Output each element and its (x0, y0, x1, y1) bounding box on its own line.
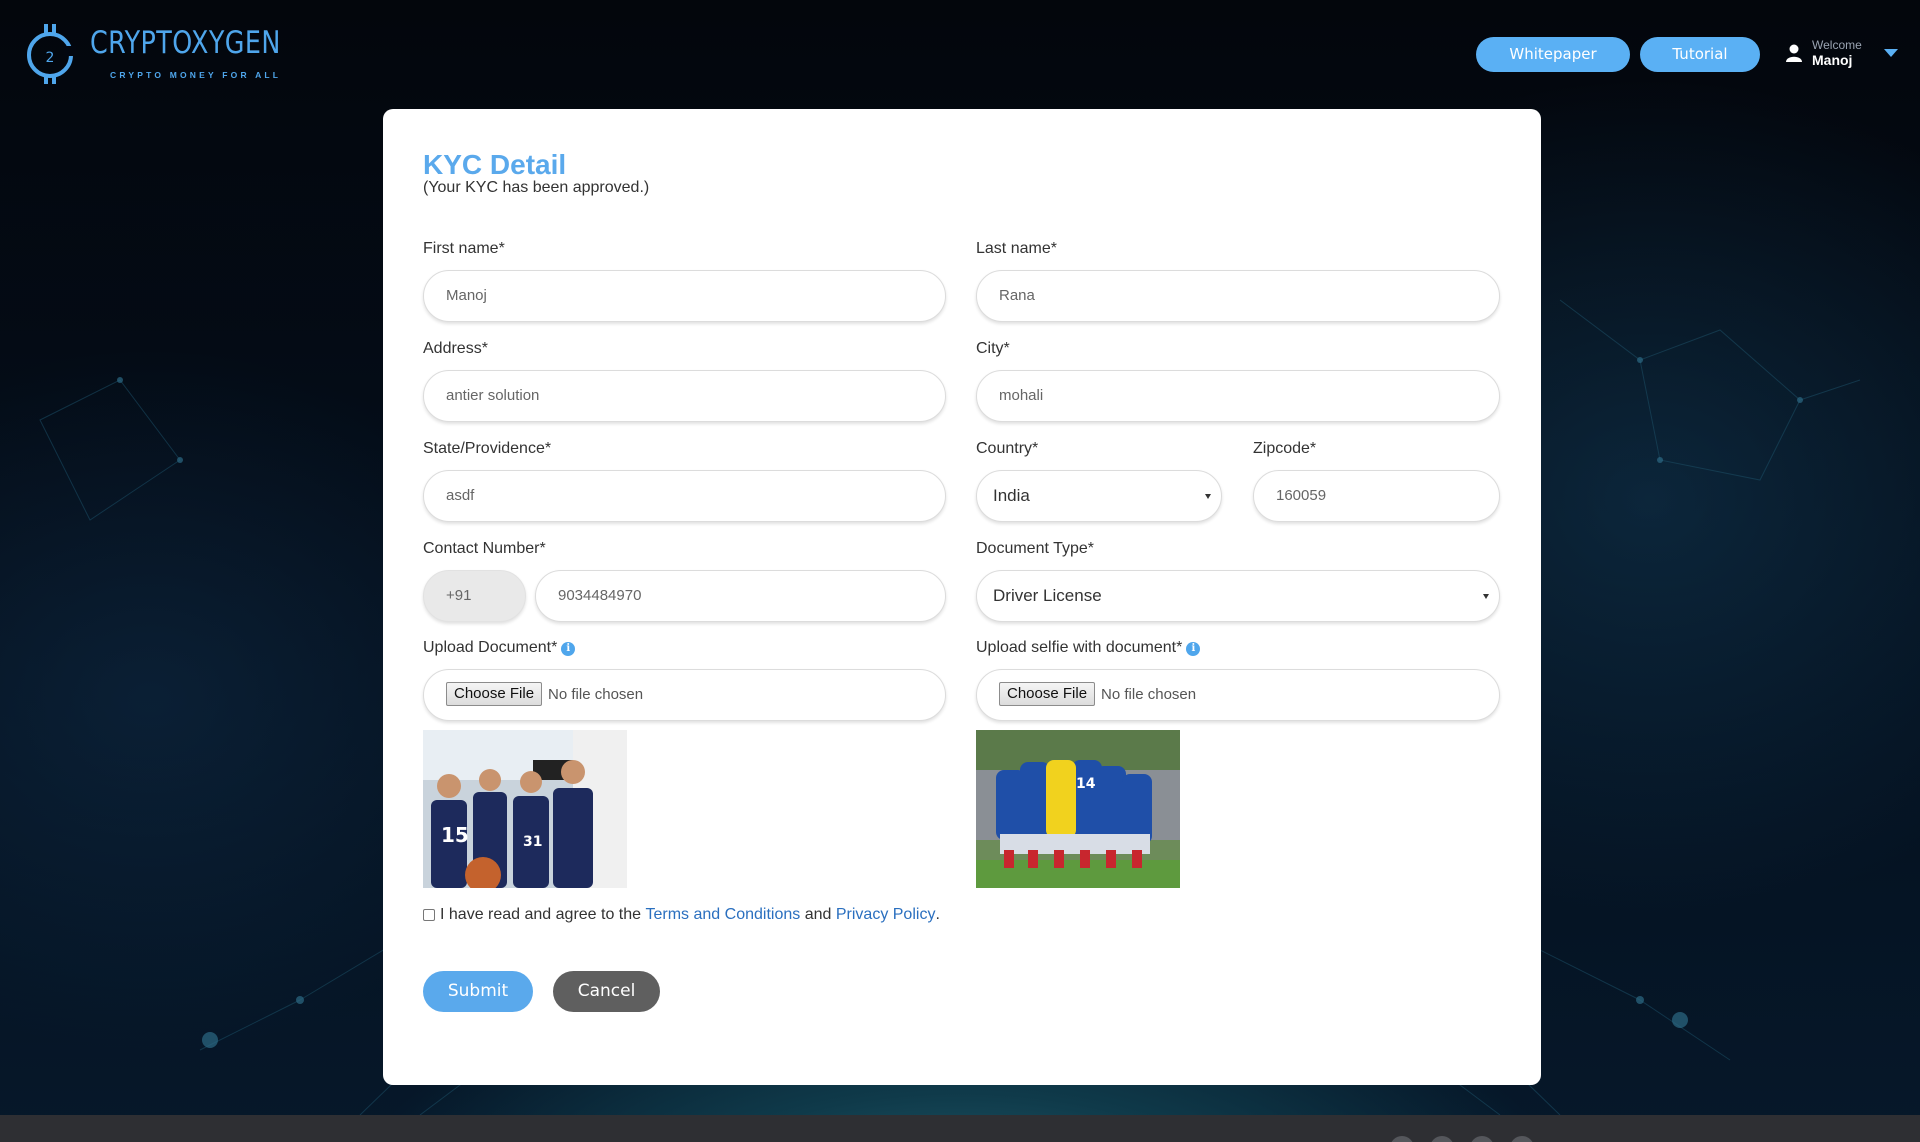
svg-text:2: 2 (46, 50, 55, 66)
info-icon[interactable]: i (1186, 642, 1201, 656)
info-icon[interactable]: i (561, 642, 576, 656)
welcome-label: Welcome (1812, 38, 1862, 52)
country-select[interactable]: India (976, 470, 1222, 522)
city-input[interactable]: mohali (976, 370, 1500, 422)
first-name-label: First name* (423, 240, 505, 257)
dropdown-arrow-icon (1483, 594, 1489, 599)
upload-selfie-label: Upload selfie with document* i (976, 639, 1201, 657)
privacy-policy-link[interactable]: Privacy Policy (836, 906, 936, 924)
terms-and-conditions-link[interactable]: Terms and Conditions (646, 906, 801, 924)
country-code-field: +91 (423, 570, 526, 622)
logo-tagline: CRYPTO MONEY FOR ALL (110, 70, 282, 80)
whitepaper-button[interactable]: Whitepaper (1476, 37, 1630, 72)
logo[interactable]: 2 CRYPTOXYGEN CRYPTO MONEY FOR ALL (24, 20, 323, 86)
city-label: City* (976, 340, 1010, 357)
svg-text:31: 31 (523, 834, 542, 850)
upload-selfie-input[interactable]: Choose File No file chosen (976, 669, 1500, 721)
terms-prefix-text: I have read and agree to the (440, 906, 642, 923)
last-name-label: Last name* (976, 240, 1057, 257)
zipcode-label: Zipcode* (1253, 440, 1317, 457)
state-input[interactable]: asdf (423, 470, 946, 522)
document-preview-image: 15 31 (423, 730, 627, 888)
kyc-card: KYC Detail (Your KYC has been approved.)… (383, 109, 1541, 1085)
document-type-value: Driver License (993, 586, 1102, 605)
chevron-down-icon[interactable] (1884, 49, 1898, 57)
file-status-text: No file chosen (1101, 686, 1197, 704)
file-status-text: No file chosen (548, 686, 644, 704)
first-name-input[interactable]: Manoj (423, 270, 946, 322)
user-name: Manoj (1812, 52, 1853, 68)
footer-bar (0, 1115, 1920, 1142)
document-type-select[interactable]: Driver License (976, 570, 1500, 622)
terms-and-text: and (804, 906, 832, 923)
upload-document-label: Upload Document* i (423, 639, 576, 657)
dropdown-arrow-icon (1205, 494, 1211, 499)
kyc-status-text: (Your KYC has been approved.) (423, 179, 650, 196)
country-select-value: India (993, 486, 1030, 505)
svg-text:15: 15 (441, 823, 469, 847)
terms-agreement: I have read and agree to the Terms and C… (423, 906, 940, 924)
country-label: Country* (976, 440, 1039, 457)
contact-number-input[interactable]: 9034484970 (535, 570, 946, 622)
contact-label: Contact Number* (423, 540, 546, 557)
choose-file-button[interactable]: Choose File (446, 681, 543, 706)
address-input[interactable]: antier solution (423, 370, 946, 422)
upload-selfie-label-text: Upload selfie with document* (976, 639, 1183, 656)
terms-suffix-text: . (935, 906, 940, 923)
user-icon (1786, 44, 1802, 62)
cryptoxygen-logo-icon: 2 (27, 24, 76, 84)
upload-document-label-text: Upload Document* (423, 639, 558, 656)
last-name-input[interactable]: Rana (976, 270, 1500, 322)
document-type-label: Document Type* (976, 540, 1094, 557)
logo-title: CRYPTOXYGEN (90, 25, 281, 61)
tutorial-button[interactable]: Tutorial (1640, 37, 1760, 72)
choose-file-button[interactable]: Choose File (999, 681, 1096, 706)
upload-document-input[interactable]: Choose File No file chosen (423, 669, 946, 721)
terms-checkbox[interactable] (423, 909, 435, 921)
user-menu[interactable]: Welcome Manoj (1786, 38, 1862, 68)
svg-text:14: 14 (1076, 776, 1096, 792)
zipcode-input[interactable]: 160059 (1253, 470, 1500, 522)
address-label: Address* (423, 340, 488, 357)
state-label: State/Providence* (423, 440, 552, 457)
page-title: KYC Detail (423, 149, 567, 180)
cancel-button[interactable]: Cancel (553, 971, 660, 1012)
submit-button[interactable]: Submit (423, 971, 533, 1012)
selfie-preview-image: 14 (976, 730, 1180, 888)
